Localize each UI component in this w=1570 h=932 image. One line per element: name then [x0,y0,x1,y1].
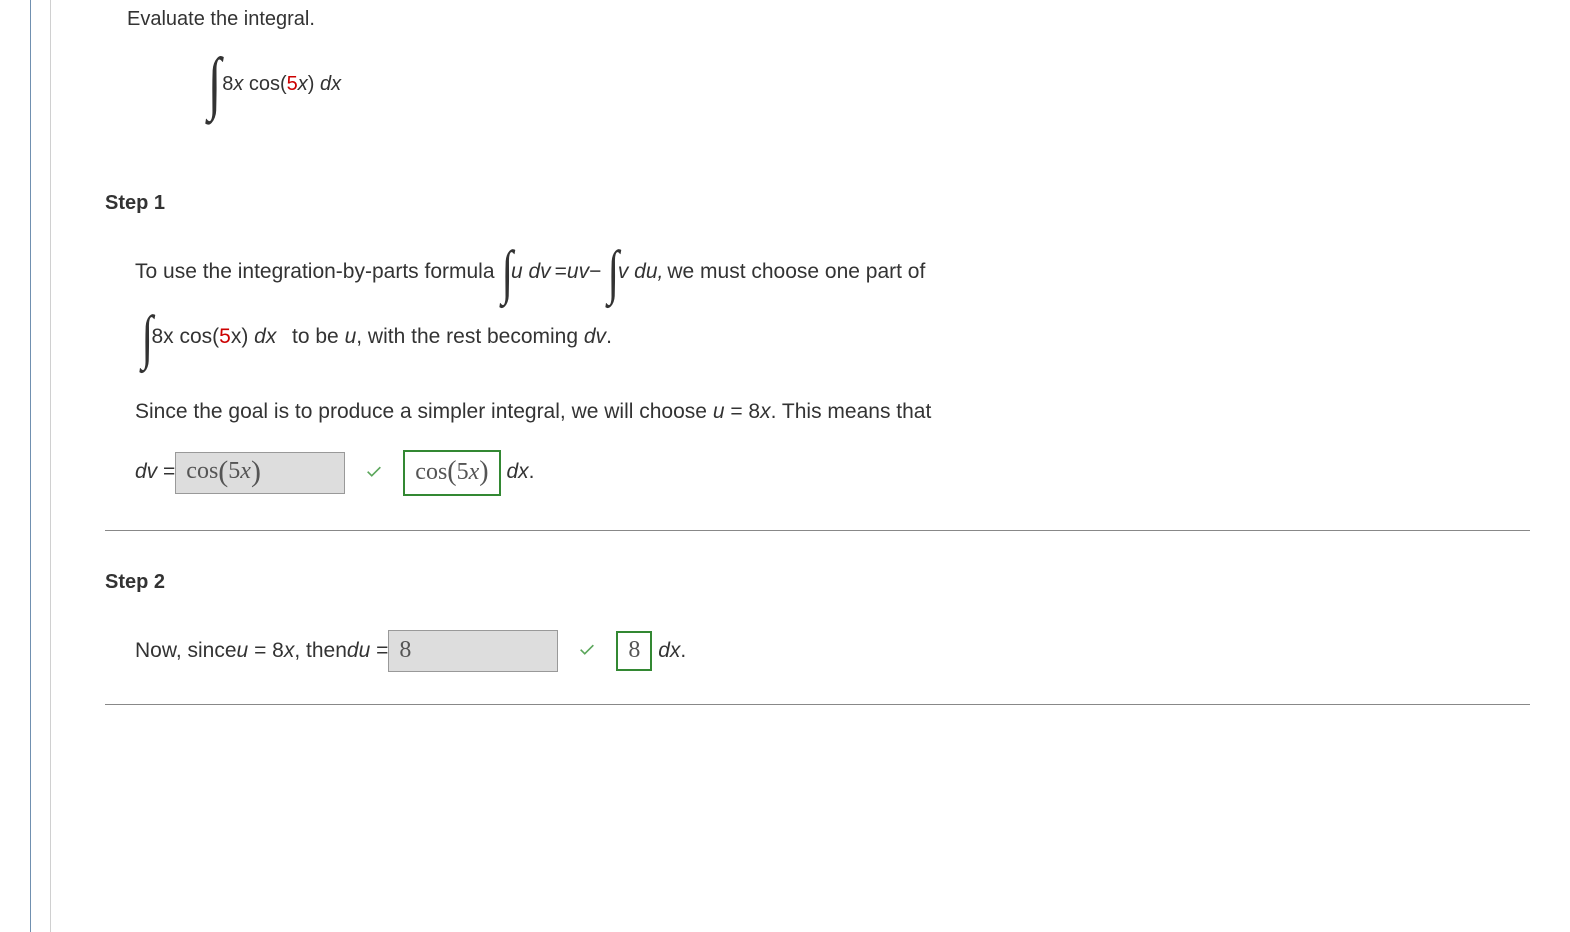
step-1-u-choice: u = 8x [713,400,771,423]
step-2-text-a: Now, since [135,624,237,679]
step-1-integral-repeat: ∫ 8x cos(5x) dx [139,310,276,365]
left-margin-border-outer [30,0,31,932]
dv-label: dv = [135,445,175,500]
left-margin-border-inner [50,0,51,932]
ibp-rhs-integral: ∫ v du, [605,245,663,300]
step-2-divider [105,704,1530,705]
ibp-v-du: v du, [618,245,664,300]
step-2-answer-input[interactable]: 8 [388,630,558,672]
step-2-heading: Step 2 [105,571,1530,594]
ibp-uv: uv [567,245,589,300]
ibp-equals: = [555,245,567,300]
step-2-u-eq: u = 8x [237,624,295,679]
step-1-answer-input[interactable]: cos(5x) [175,452,345,494]
integral-sign-icon: ∫ [608,254,620,290]
step-1-para-2: Since the goal is to produce a simpler i… [135,389,1530,435]
ibp-minus: − [589,245,601,300]
step-1-body: To use the integration-by-parts formula … [135,245,1530,500]
step-1-answer-row: dv = cos(5x) cos (5x) dx. [135,445,1530,500]
step-1-text-b: we must choose one part of [667,245,925,300]
integral-sign-icon: ∫ [141,319,153,355]
step-1-answer-confirmed: cos (5x) [403,450,500,496]
step-1-divider [105,530,1530,531]
page-container: Evaluate the integral. ∫ 8x cos(5x) dx S… [0,0,1570,705]
du-label: du = [347,624,388,679]
ibp-lhs-integral: ∫ u dv [499,245,551,300]
step-1-dx-tail: dx. [501,445,535,500]
step-2-dx-tail: dx. [652,624,686,679]
integral-sign-icon: ∫ [208,56,221,112]
check-icon [363,462,385,484]
step-1-heading: Step 1 [105,192,1530,215]
step-1-line-2: ∫ 8x cos(5x) dx to be u, with the rest b… [135,310,1530,365]
main-integral-expression: ∫ 8x cos(5x) dx [205,56,341,112]
step-1-line-1: To use the integration-by-parts formula … [135,245,1530,300]
step-1-para2-a: Since the goal is to produce a simpler i… [135,400,713,423]
integrand-text: 8x cos(5x) dx [222,73,341,96]
step-1-line-2-tail: to be u, with the rest becoming dv. [280,310,612,365]
question-prompt: Evaluate the integral. [127,8,1530,31]
step-2-answer-confirmed: 8 [616,631,652,671]
integral-sign-icon: ∫ [501,254,513,290]
ibp-u-dv: u dv [511,245,551,300]
step-2-line: Now, since u = 8x , then du = 8 8 dx. [135,624,1530,679]
step-2-body: Now, since u = 8x , then du = 8 8 dx. [135,624,1530,679]
step-1-integrand: 8x cos(5x) dx [151,310,276,365]
check-icon [576,640,598,662]
step-1-text-a: To use the integration-by-parts formula [135,245,495,300]
step-1-para2-b: . This means that [771,400,932,423]
step-2-text-b: , then [294,624,347,679]
content-area: Evaluate the integral. ∫ 8x cos(5x) dx S… [105,0,1570,705]
